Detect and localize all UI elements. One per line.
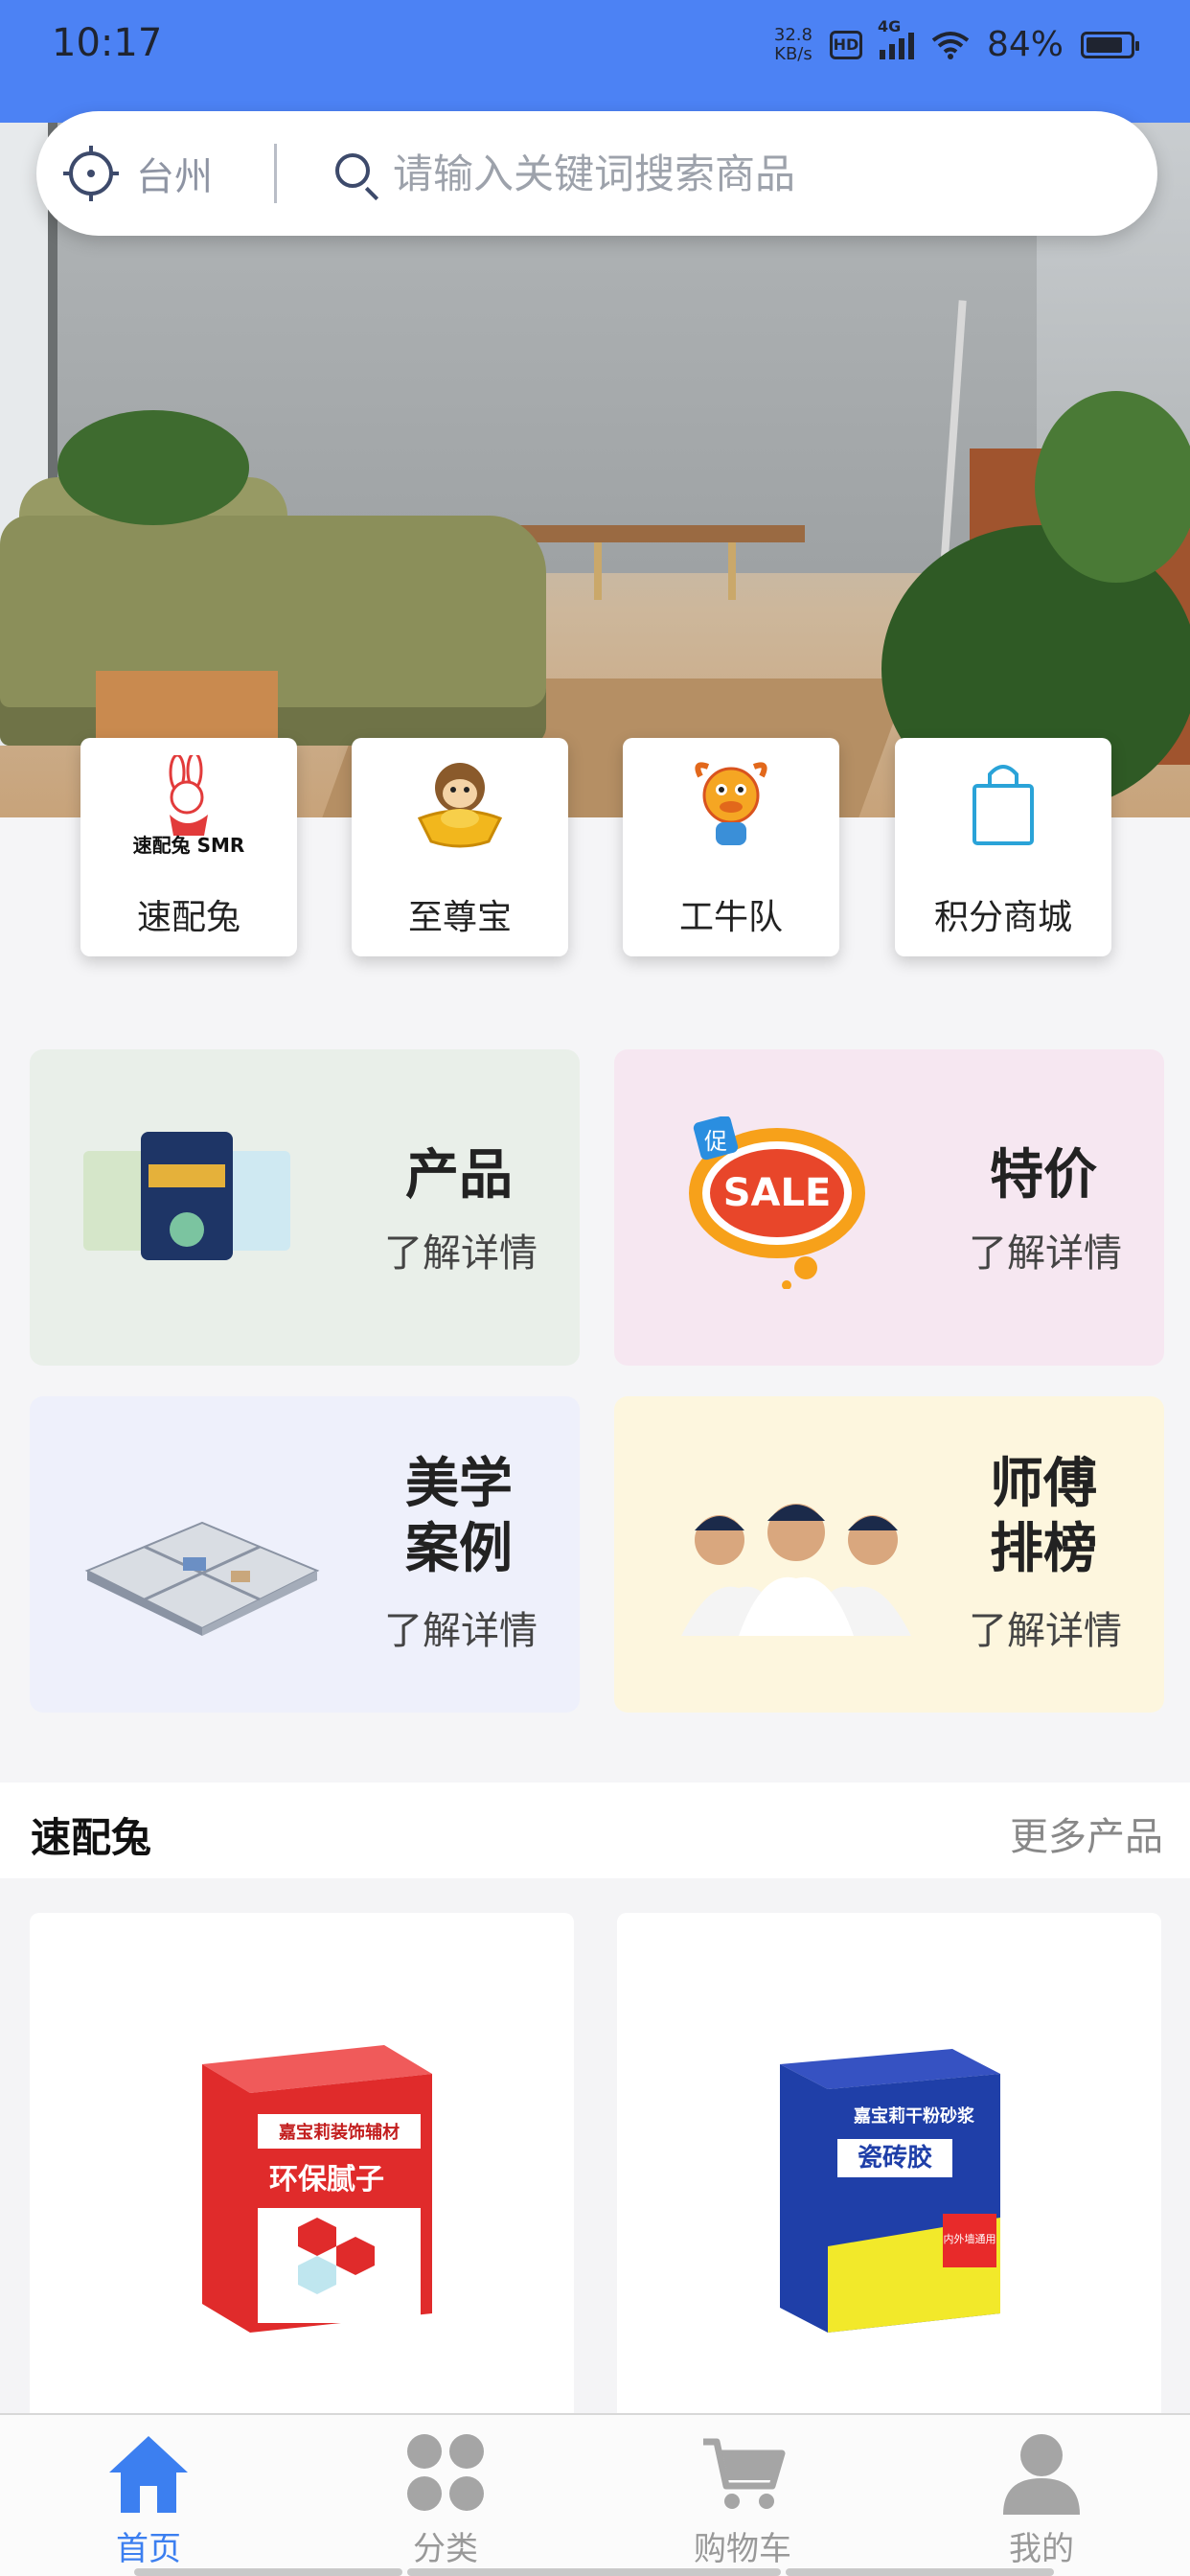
category-title: 师傅 排榜 [990, 1453, 1097, 1580]
network-type: 4G [877, 16, 902, 35]
shopping-bag-icon [973, 765, 1034, 845]
sale-text: SALE [723, 1171, 832, 1215]
wifi-icon [931, 31, 970, 59]
status-bar: 10:17 32.8 KB/s HD 4G 84% [0, 0, 1190, 123]
net-speed: 32.8 KB/s [773, 24, 812, 64]
sale-bubble-image: SALE 促 [689, 1116, 865, 1289]
battery-level [1087, 36, 1122, 53]
tab-label: 我的 [1009, 2530, 1074, 2568]
category-card-aesthetic-cases[interactable]: 美学 案例 了解详情 [30, 1396, 580, 1713]
tab-home[interactable]: 首页 [0, 2415, 297, 2576]
paint-buckets-image [83, 1132, 290, 1260]
user-icon [1003, 2434, 1080, 2515]
category-subtitle: 了解详情 [969, 1609, 1122, 1653]
tab-profile[interactable]: 我的 [893, 2415, 1190, 2576]
banner-plant-left [57, 410, 249, 525]
quick-link-gongniudui[interactable]: 工牛队 [623, 738, 839, 956]
category-card-specials[interactable]: SALE 促 特价 了解详情 [614, 1049, 1164, 1366]
quick-link-points-mall[interactable]: 积分商城 [895, 738, 1111, 956]
category-subtitle: 了解详情 [384, 1231, 538, 1276]
hd-icon: HD [829, 30, 862, 59]
status-time: 10:17 [52, 21, 163, 65]
city-selector[interactable]: 台州 [136, 146, 213, 201]
tab-label: 购物车 [694, 2530, 791, 2568]
quick-link-zhizunbao[interactable]: 至尊宝 [352, 738, 568, 956]
search-bar: 台州 [36, 111, 1157, 236]
home-icon [109, 2436, 188, 2513]
search-icon [335, 153, 370, 188]
category-subtitle: 了解详情 [384, 1609, 538, 1653]
tab-category[interactable]: 分类 [297, 2415, 594, 2576]
category-title: 美学 案例 [405, 1453, 513, 1580]
tab-cart[interactable]: 购物车 [594, 2415, 891, 2576]
tab-label: 首页 [116, 2530, 181, 2568]
category-card-master-ranking[interactable]: 师傅 排榜 了解详情 [614, 1396, 1164, 1713]
quick-link-supeitu[interactable]: 速配兔 SMR 速配兔 [80, 738, 297, 956]
workers-photo-image [681, 1504, 911, 1636]
product-image: 嘉宝莉装饰辅材 环保腻子 [202, 2045, 432, 2333]
bottom-tab-bar: 首页 分类 购物车 我的 [0, 2413, 1190, 2576]
grid-icon [407, 2434, 484, 2511]
cellular-signal-icon: 4G [878, 17, 914, 59]
section-title: 速配兔 [31, 1814, 152, 1861]
status-indicators: 32.8 KB/s HD 4G 84% [773, 17, 1139, 64]
category-card-products[interactable]: 产品 了解详情 [30, 1049, 580, 1366]
home-indicator [134, 2568, 402, 2576]
category-subtitle: 了解详情 [969, 1231, 1122, 1276]
product-card[interactable]: 嘉宝莉干粉砂浆 瓷砖胶 内外墙通用 [617, 1913, 1161, 2421]
quick-link-label: 速配兔 [136, 898, 240, 937]
section-header: 速配兔 更多产品 [0, 1782, 1190, 1878]
location-target-icon[interactable] [63, 146, 119, 201]
net-speed-value: 32.8 [773, 24, 812, 45]
product-grid: 嘉宝莉装饰辅材 环保腻子 嘉宝莉干粉砂浆 瓷砖胶 内外墙通用 [0, 1878, 1190, 2421]
quick-link-label: 至尊宝 [407, 898, 512, 937]
search-divider [274, 144, 277, 203]
floor-plan-3d-image [84, 1521, 320, 1636]
more-products-link[interactable]: 更多产品 [1010, 1806, 1163, 1861]
product-brand: 嘉宝莉装饰辅材 [278, 2122, 400, 2143]
battery-icon [1081, 31, 1139, 58]
product-brand: 嘉宝莉干粉砂浆 [853, 2105, 975, 2127]
quick-link-label: 积分商城 [933, 898, 1072, 937]
product-image: 嘉宝莉干粉砂浆 瓷砖胶 内外墙通用 [780, 2049, 1000, 2333]
category-title: 特价 [990, 1144, 1097, 1207]
quick-link-label: 工牛队 [678, 898, 783, 937]
net-speed-unit: KB/s [774, 43, 812, 64]
battery-percent: 84% [986, 25, 1064, 64]
promo-badge: 促 [704, 1128, 727, 1155]
cart-icon [703, 2438, 786, 2509]
search-input[interactable] [393, 142, 1121, 205]
product-name: 瓷砖胶 [858, 2143, 932, 2173]
product-card[interactable]: 嘉宝莉装饰辅材 环保腻子 [30, 1913, 574, 2421]
product-name: 环保腻子 [269, 2163, 384, 2196]
bull-mascot-icon [695, 762, 767, 845]
product-tag: 内外墙通用 [944, 2232, 996, 2245]
monkey-gold-ingot-icon [417, 763, 503, 848]
category-title: 产品 [405, 1144, 513, 1207]
tab-label: 分类 [413, 2530, 478, 2568]
supeitu-logo-text: 速配兔 SMR [132, 834, 245, 857]
